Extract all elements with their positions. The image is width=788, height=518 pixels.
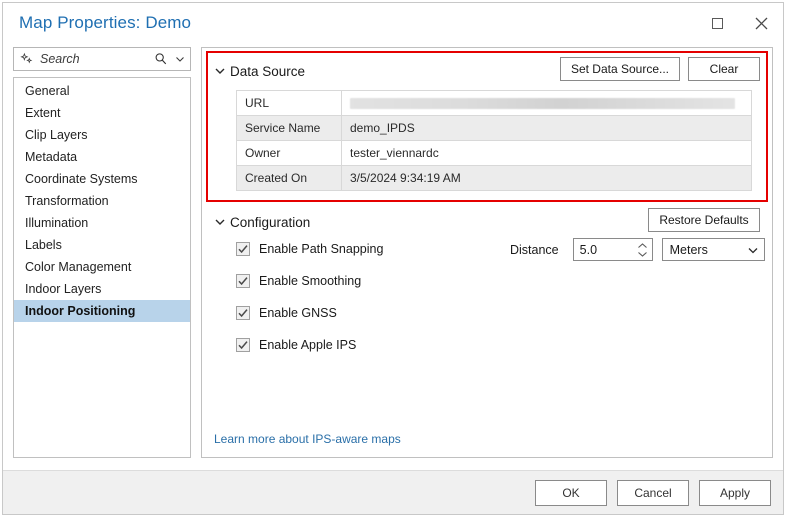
checkbox-label: Enable Smoothing	[259, 274, 362, 288]
stepper-arrows[interactable]	[634, 242, 652, 257]
data-source-section-header[interactable]: Data Source Set Data Source... Clear	[214, 57, 760, 82]
checkbox-enable-smoothing[interactable]	[236, 274, 250, 288]
check-icon	[238, 277, 248, 286]
distance-control-group: Distance 5.0 Meters	[510, 238, 765, 261]
sidebar-nav-list[interactable]: General Extent Clip Layers Metadata Coordina…	[13, 77, 191, 458]
checkbox-row[interactable]: Enable Smoothing	[236, 271, 760, 291]
checkbox-enable-apple-ips[interactable]	[236, 338, 250, 352]
sidebar-item-illumination[interactable]: Illumination	[14, 212, 190, 234]
properties-panel: Data Source Set Data Source... Clear URL…	[201, 47, 773, 458]
combo-arrow[interactable]	[742, 244, 764, 256]
table-row: URL	[236, 90, 752, 116]
sidebar-item-general[interactable]: General	[14, 80, 190, 102]
table-cell-key: Owner	[236, 140, 342, 166]
maximize-button[interactable]	[695, 3, 739, 43]
window-controls	[695, 3, 783, 43]
table-cell-value: 3/5/2024 9:34:19 AM	[341, 165, 752, 191]
distance-value[interactable]: 5.0	[574, 243, 634, 257]
table-cell-key: Service Name	[236, 115, 342, 141]
panel-content: Data Source Set Data Source... Clear URL…	[202, 48, 772, 432]
distance-stepper[interactable]: 5.0	[572, 238, 653, 261]
sidebar-item-labels[interactable]: Labels	[14, 234, 190, 256]
close-icon	[755, 17, 767, 29]
data-source-table: URL Service Name demo_IPDS Owner tester_vien…	[236, 90, 752, 191]
ok-button[interactable]: OK	[535, 479, 607, 506]
check-icon	[238, 341, 248, 350]
chevron-down-icon	[748, 247, 758, 253]
table-cell-value	[341, 90, 752, 116]
set-data-source-button[interactable]: Set Data Source...	[559, 57, 680, 81]
configuration-actions: Restore Defaults	[648, 208, 760, 232]
dialog-body: Search General Extent Clip Layers Metadata C…	[3, 43, 783, 470]
checkbox-label: Enable Apple IPS	[259, 338, 357, 352]
sidebar-item-color-management[interactable]: Color Management	[14, 256, 190, 278]
sidebar-item-clip-layers[interactable]: Clip Layers	[14, 124, 190, 146]
table-row: Created On 3/5/2024 9:34:19 AM	[236, 165, 752, 191]
data-source-actions: Set Data Source... Clear	[559, 57, 760, 81]
sidebar-item-indoor-layers[interactable]: Indoor Layers	[14, 278, 190, 300]
checkbox-row[interactable]: Enable Apple IPS	[236, 335, 760, 355]
dialog-footer: OK Cancel Apply	[3, 470, 783, 514]
clear-button[interactable]: Clear	[688, 57, 760, 81]
restore-defaults-button[interactable]: Restore Defaults	[648, 208, 760, 232]
table-cell-value: tester_viennardc	[341, 140, 752, 166]
table-cell-key: URL	[236, 90, 342, 116]
close-button[interactable]	[739, 3, 783, 43]
table-row: Owner tester_viennardc	[236, 140, 752, 166]
search-input[interactable]: Search	[13, 47, 191, 71]
distance-label: Distance	[510, 242, 559, 257]
check-icon	[238, 245, 248, 254]
checkbox-label: Enable Path Snapping	[259, 242, 384, 256]
chevron-down-icon[interactable]	[214, 65, 226, 77]
search-icon[interactable]	[154, 52, 168, 66]
title-bar: Map Properties: Demo	[3, 3, 783, 43]
configuration-section: Configuration Restore Defaults Enable Pa…	[214, 208, 765, 355]
configuration-section-header[interactable]: Configuration Restore Defaults	[214, 208, 760, 233]
sidebar-item-metadata[interactable]: Metadata	[14, 146, 190, 168]
chevron-down-icon[interactable]	[174, 53, 186, 65]
checkbox-enable-gnss[interactable]	[236, 306, 250, 320]
table-cell-value: demo_IPDS	[341, 115, 752, 141]
maximize-icon	[711, 17, 723, 29]
data-source-title: Data Source	[230, 63, 306, 79]
panel-footer-link-area: Learn more about IPS-aware maps	[202, 432, 772, 457]
apply-button[interactable]: Apply	[699, 479, 771, 506]
learn-more-link[interactable]: Learn more about IPS-aware maps	[214, 432, 401, 446]
chevron-down-icon[interactable]	[214, 216, 226, 228]
redacted-url-bar	[350, 97, 736, 109]
check-icon	[238, 309, 248, 318]
data-source-table-body: URL Service Name demo_IPDS Owner tester_vien…	[236, 90, 752, 191]
sidebar-item-coordinate-systems[interactable]: Coordinate Systems	[14, 168, 190, 190]
sidebar-item-extent[interactable]: Extent	[14, 102, 190, 124]
sidebar: Search General Extent Clip Layers Metadata C…	[13, 43, 191, 470]
search-placeholder: Search	[40, 52, 80, 66]
distance-unit-select[interactable]: Meters	[661, 238, 765, 261]
distance-unit-value: Meters	[669, 242, 708, 257]
table-row: Service Name demo_IPDS	[236, 115, 752, 141]
window-title: Map Properties: Demo	[19, 13, 192, 32]
sparkle-icon	[20, 52, 33, 64]
checkbox-label: Enable GNSS	[259, 306, 337, 320]
chevron-up-icon[interactable]	[637, 242, 648, 249]
map-properties-dialog: Map Properties: Demo Search General Exte…	[2, 2, 784, 515]
sidebar-item-transformation[interactable]: Transformation	[14, 190, 190, 212]
checkbox-row[interactable]: Enable GNSS	[236, 303, 760, 323]
configuration-title: Configuration	[230, 214, 311, 230]
table-cell-key: Created On	[236, 165, 342, 191]
chevron-down-icon[interactable]	[637, 251, 648, 257]
sidebar-item-indoor-positioning[interactable]: Indoor Positioning	[14, 300, 190, 322]
checkbox-enable-path-snapping[interactable]	[236, 242, 250, 256]
cancel-button[interactable]: Cancel	[617, 479, 689, 506]
